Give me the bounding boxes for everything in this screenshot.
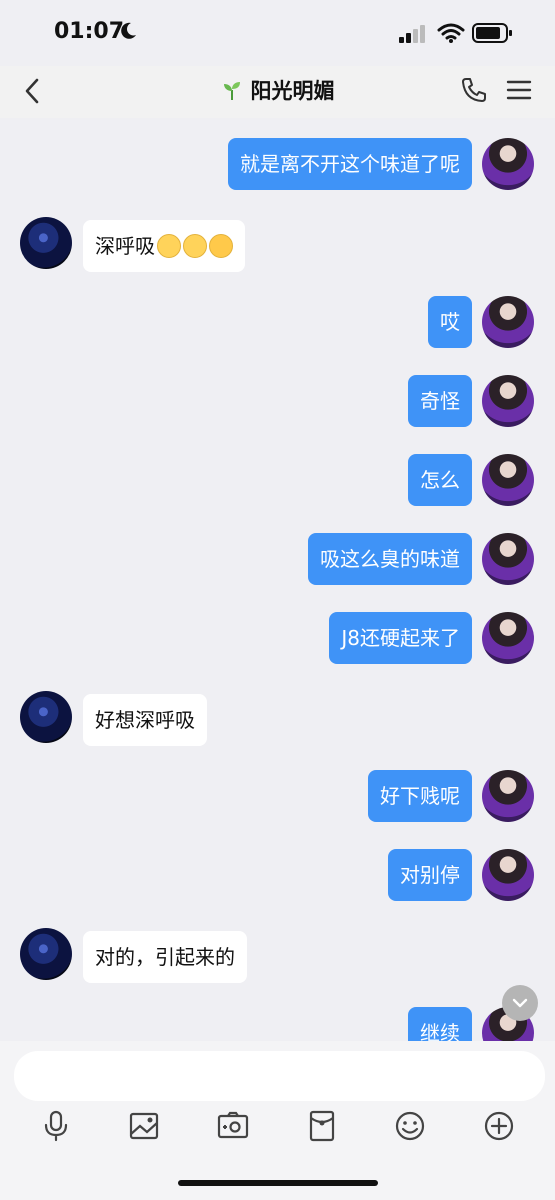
smiling-face-emoji xyxy=(209,233,233,258)
phone-icon[interactable] xyxy=(460,76,488,104)
menu-icon[interactable] xyxy=(506,78,532,102)
message-bubble-self[interactable]: 奇怪 xyxy=(408,375,472,427)
microphone-icon[interactable] xyxy=(39,1109,73,1143)
self-avatar[interactable] xyxy=(482,296,534,348)
message-input[interactable] xyxy=(14,1051,545,1101)
message-bubble-other[interactable]: 好想深呼吸 xyxy=(83,694,207,746)
chat-title[interactable]: 阳光明媚 xyxy=(251,75,335,105)
message-bubble-self[interactable]: J8还硬起来了 xyxy=(329,612,472,664)
status-bar: 01:07 xyxy=(0,0,555,66)
self-avatar[interactable] xyxy=(482,612,534,664)
message-bubble-self[interactable]: 哎 xyxy=(428,296,472,348)
emoji-icon[interactable] xyxy=(393,1109,427,1143)
self-avatar[interactable] xyxy=(482,375,534,427)
scroll-to-bottom-button[interactable] xyxy=(502,985,538,1021)
message-bubble-self[interactable]: 好下贱呢 xyxy=(368,770,472,822)
message-text: 深呼吸 xyxy=(95,234,155,258)
battery-icon xyxy=(472,23,512,43)
message-list[interactable]: 就是离不开这个味道了呢 深呼吸 哎 奇怪 怎么 吸这么臭的味道 J8还硬起来了 … xyxy=(0,118,555,1041)
self-avatar[interactable] xyxy=(482,770,534,822)
image-icon[interactable] xyxy=(127,1109,161,1143)
chevron-down-icon xyxy=(512,998,528,1008)
chat-header: 阳光明媚 xyxy=(0,66,555,118)
plus-icon[interactable] xyxy=(482,1109,516,1143)
message-bubble-self[interactable]: 吸这么臭的味道 xyxy=(308,533,472,585)
self-avatar[interactable] xyxy=(482,849,534,901)
message-bubble-self[interactable]: 继续 xyxy=(408,1007,472,1041)
red-packet-icon[interactable] xyxy=(305,1109,339,1143)
back-arrow-icon[interactable] xyxy=(20,76,44,106)
wifi-icon xyxy=(437,23,465,43)
contact-avatar[interactable] xyxy=(20,691,72,743)
contact-avatar[interactable] xyxy=(20,928,72,980)
message-bubble-self[interactable]: 对别停 xyxy=(388,849,472,901)
signal-icon xyxy=(399,25,425,43)
relieved-face-emoji xyxy=(183,233,207,258)
message-bubble-self[interactable]: 就是离不开这个味道了呢 xyxy=(228,138,472,190)
self-avatar[interactable] xyxy=(482,454,534,506)
contact-avatar[interactable] xyxy=(20,217,72,269)
sprout-icon xyxy=(223,82,240,100)
message-bubble-self[interactable]: 怎么 xyxy=(408,454,472,506)
message-bubble-other[interactable]: 对的，引起来的 xyxy=(83,931,247,983)
self-avatar[interactable] xyxy=(482,138,534,190)
status-time: 01:07 xyxy=(54,19,125,44)
relieved-face-emoji xyxy=(157,233,181,258)
input-bar xyxy=(0,1041,555,1200)
moon-icon xyxy=(121,22,136,39)
camera-icon[interactable] xyxy=(216,1109,250,1143)
message-bubble-other[interactable]: 深呼吸 xyxy=(83,220,245,272)
self-avatar[interactable] xyxy=(482,533,534,585)
home-indicator xyxy=(178,1180,378,1186)
